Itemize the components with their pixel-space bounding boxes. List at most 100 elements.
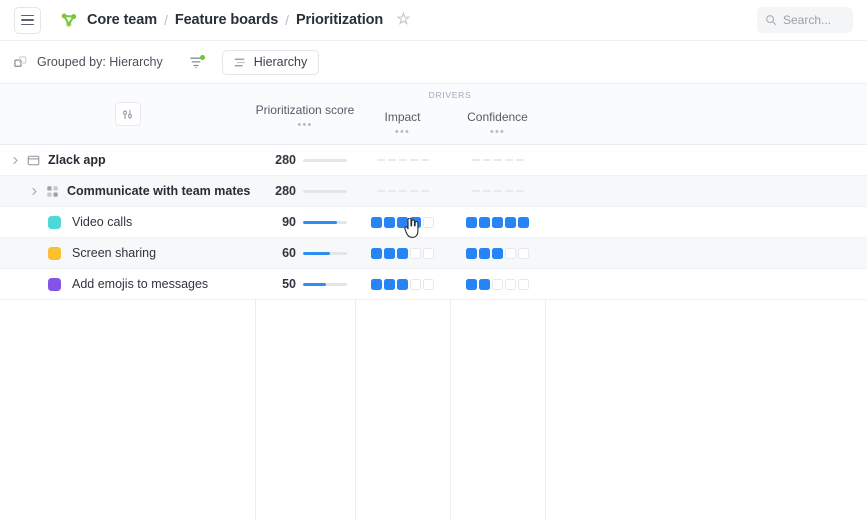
score-pip[interactable] <box>397 279 408 290</box>
cell-impact[interactable] <box>355 207 450 237</box>
score-pip[interactable] <box>410 217 421 228</box>
score-pips[interactable] <box>371 279 434 290</box>
sort-button[interactable] <box>189 55 204 70</box>
score-pip[interactable] <box>410 279 421 290</box>
prioritization-score-value: 280 <box>275 153 296 167</box>
productboard-logo-icon[interactable] <box>59 10 79 30</box>
score-pips[interactable] <box>466 217 529 228</box>
table-row[interactable]: Add emojis to messages50 <box>0 269 867 300</box>
column-menu-icon[interactable]: ••• <box>490 129 505 135</box>
breadcrumb-item-prioritization[interactable]: Prioritization <box>296 12 383 28</box>
header-cell-impact[interactable]: Impact ••• <box>355 84 450 144</box>
placeholder-dash <box>388 159 396 161</box>
score-pip[interactable] <box>492 248 503 259</box>
cell-confidence[interactable] <box>450 176 545 206</box>
cell-prioritization-score[interactable]: 280 <box>255 176 355 206</box>
table-row[interactable]: Zlack app 280 <box>0 145 867 176</box>
placeholder-dash <box>472 159 480 161</box>
header-cell-name <box>0 84 255 144</box>
cell-name[interactable]: Video calls <box>0 207 255 237</box>
cell-empty <box>545 238 867 268</box>
breadcrumb-separator: / <box>164 12 168 28</box>
cell-name[interactable]: Zlack app <box>0 145 255 175</box>
score-pip[interactable] <box>505 217 516 228</box>
score-pip[interactable] <box>505 248 516 259</box>
placeholder-dash <box>505 159 513 161</box>
cell-name[interactable]: Screen sharing <box>0 238 255 268</box>
prioritization-score-value: 60 <box>282 246 296 260</box>
cell-prioritization-score[interactable]: 280 <box>255 145 355 175</box>
cell-prioritization-score[interactable]: 60 <box>255 238 355 268</box>
score-pip[interactable] <box>505 279 516 290</box>
column-menu-icon[interactable]: ••• <box>297 122 312 128</box>
score-pip[interactable] <box>479 217 490 228</box>
cell-confidence[interactable] <box>450 238 545 268</box>
score-pip[interactable] <box>423 248 434 259</box>
score-pips[interactable] <box>371 217 434 228</box>
cell-confidence[interactable] <box>450 207 545 237</box>
score-pip[interactable] <box>371 248 382 259</box>
cell-confidence[interactable] <box>450 269 545 299</box>
sliders-icon[interactable] <box>115 102 141 126</box>
placeholder-dash <box>421 190 429 192</box>
cell-impact[interactable] <box>355 176 450 206</box>
score-pip[interactable] <box>518 248 529 259</box>
score-pip[interactable] <box>518 217 529 228</box>
cell-name[interactable]: Communicate with team mates <box>0 176 255 206</box>
score-pip[interactable] <box>466 248 477 259</box>
cell-impact[interactable] <box>355 269 450 299</box>
score-pip[interactable] <box>371 279 382 290</box>
placeholder-dash <box>377 159 385 161</box>
column-menu-icon[interactable]: ••• <box>395 129 410 135</box>
breadcrumb-item-core-team[interactable]: Core team <box>87 12 157 28</box>
score-pip[interactable] <box>423 217 434 228</box>
cell-impact[interactable] <box>355 238 450 268</box>
header-cell-prioritization-score[interactable]: Prioritization score ••• <box>255 84 355 144</box>
table-row[interactable]: Video calls 90 <box>0 207 867 238</box>
score-pips[interactable] <box>466 248 529 259</box>
header-label-prioritization-score: Prioritization score <box>256 104 355 118</box>
star-outline-icon[interactable]: ☆ <box>396 12 410 28</box>
score-pip[interactable] <box>466 217 477 228</box>
breadcrumb: Core team / Feature boards / Prioritizat… <box>87 12 410 28</box>
score-pip[interactable] <box>371 217 382 228</box>
row-expander-chevron-right-icon[interactable] <box>29 186 39 196</box>
grouped-by-control[interactable]: Grouped by: Hierarchy <box>14 55 163 70</box>
row-title: Communicate with team mates <box>67 184 250 198</box>
score-pip[interactable] <box>423 279 434 290</box>
score-pip[interactable] <box>518 279 529 290</box>
score-pip[interactable] <box>466 279 477 290</box>
score-pip[interactable] <box>479 248 490 259</box>
cell-prioritization-score[interactable]: 50 <box>255 269 355 299</box>
hamburger-icon-line <box>21 15 34 17</box>
score-placeholder-dashes <box>472 159 524 161</box>
score-pips[interactable] <box>466 279 529 290</box>
score-pip[interactable] <box>492 279 503 290</box>
prioritization-score-value: 280 <box>275 184 296 198</box>
table-row[interactable]: Screen sharing 60 <box>0 238 867 269</box>
score-pip[interactable] <box>492 217 503 228</box>
row-title: Video calls <box>72 215 132 229</box>
objective-icon <box>46 185 59 198</box>
score-placeholder-dashes <box>377 159 429 161</box>
score-pip[interactable] <box>384 279 395 290</box>
cell-confidence[interactable] <box>450 145 545 175</box>
row-expander-chevron-right-icon[interactable] <box>10 155 20 165</box>
breadcrumb-item-feature-boards[interactable]: Feature boards <box>175 12 278 28</box>
cell-impact[interactable] <box>355 145 450 175</box>
header-cell-confidence[interactable]: Confidence ••• <box>450 84 545 144</box>
cell-prioritization-score[interactable]: 90 <box>255 207 355 237</box>
prioritization-table: DRIVERS Prioritization score ••• Impact … <box>0 84 867 520</box>
score-pip[interactable] <box>397 248 408 259</box>
score-pip[interactable] <box>384 248 395 259</box>
hierarchy-button[interactable]: Hierarchy <box>222 50 320 75</box>
score-pips[interactable] <box>371 248 434 259</box>
hamburger-menu-button[interactable] <box>14 7 41 34</box>
table-row[interactable]: Communicate with team mates 280 <box>0 176 867 207</box>
score-pip[interactable] <box>397 217 408 228</box>
score-pip[interactable] <box>479 279 490 290</box>
search-input[interactable]: Search... <box>757 7 853 33</box>
score-pip[interactable] <box>384 217 395 228</box>
score-pip[interactable] <box>410 248 421 259</box>
cell-name[interactable]: Add emojis to messages <box>0 269 255 299</box>
